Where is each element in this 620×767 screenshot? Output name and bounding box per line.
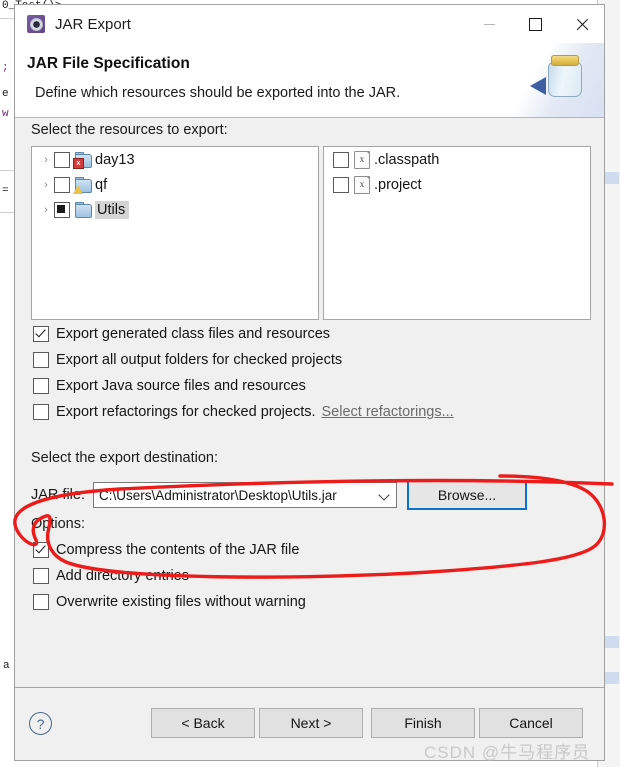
jar-file-label: JAR file:: [31, 487, 85, 503]
checkbox[interactable]: [33, 378, 49, 394]
option-label: Export refactorings for checked projects…: [56, 404, 316, 420]
jar-body: [548, 62, 582, 97]
option-export-all-output-folders[interactable]: Export all output folders for checked pr…: [33, 352, 342, 368]
browse-button[interactable]: Browse...: [407, 480, 527, 510]
jar-file-row: JAR file: C:\Users\Administrator\Desktop…: [31, 480, 527, 510]
jar-file-input[interactable]: C:\Users\Administrator\Desktop\Utils.jar: [94, 488, 337, 503]
background-code-line: a: [3, 660, 10, 672]
back-button[interactable]: < Back: [151, 708, 255, 738]
jar-lid: [551, 55, 579, 66]
close-button[interactable]: [558, 5, 604, 43]
dialog-header: JAR File Specification Define which reso…: [15, 43, 604, 118]
option-overwrite-existing-files[interactable]: Overwrite existing files without warning: [33, 594, 306, 610]
background-code-line: e: [2, 88, 9, 100]
background-code-line: =: [2, 185, 9, 197]
cancel-button[interactable]: Cancel: [479, 708, 583, 738]
screenshot-root: 0_Test()> ; e w = a JAR Export: [0, 0, 620, 767]
header-artwork: [494, 43, 604, 117]
chevron-right-icon[interactable]: ›: [38, 179, 54, 191]
background-code-line: ;: [2, 62, 9, 74]
resource-tree[interactable]: › x day13 › ! qf: [31, 146, 319, 320]
chevron-right-icon[interactable]: ›: [38, 204, 54, 216]
next-button[interactable]: Next >: [259, 708, 363, 738]
checkbox[interactable]: [33, 594, 49, 610]
option-label: Export Java source files and resources: [56, 378, 306, 394]
select-refactorings-link[interactable]: Select refactorings...: [322, 404, 454, 420]
page-title: JAR File Specification: [27, 55, 190, 72]
file-item-checkbox[interactable]: [333, 151, 349, 168]
divider: [0, 170, 14, 171]
watermark: CSDN @牛马程序员: [424, 743, 591, 762]
file-item-label: .project: [374, 176, 422, 193]
option-export-refactorings[interactable]: Export refactorings for checked projects…: [33, 404, 454, 420]
jar-export-icon: [27, 15, 45, 33]
minimize-button[interactable]: [466, 5, 512, 43]
option-label: Export generated class files and resourc…: [56, 326, 331, 342]
tree-item-checkbox[interactable]: [54, 201, 70, 218]
tree-row[interactable]: › Utils: [32, 197, 318, 222]
list-item[interactable]: .classpath: [324, 147, 590, 172]
checkbox[interactable]: [33, 568, 49, 584]
checkbox[interactable]: [33, 542, 49, 558]
java-project-icon: x: [73, 152, 92, 169]
divider: [0, 18, 14, 19]
jar-file-combo[interactable]: C:\Users\Administrator\Desktop\Utils.jar: [93, 482, 397, 508]
jar-export-dialog: JAR Export JAR File Specification Define…: [14, 4, 605, 761]
option-add-directory-entries[interactable]: Add directory entries: [33, 568, 189, 584]
checkbox[interactable]: [33, 352, 49, 368]
maximize-icon: [528, 17, 542, 31]
export-arrow-icon: [530, 77, 546, 95]
option-label: Compress the contents of the JAR file: [56, 542, 300, 558]
help-icon[interactable]: ?: [29, 712, 52, 735]
jar-illustration-icon: [530, 51, 582, 97]
minimize-icon: [483, 23, 495, 25]
checkbox[interactable]: [33, 404, 49, 420]
warning-overlay-icon: !: [73, 185, 83, 194]
file-item-label: .classpath: [374, 151, 440, 168]
file-item-checkbox[interactable]: [333, 176, 349, 193]
resource-file-list[interactable]: .classpath .project: [323, 146, 591, 320]
page-subtitle: Define which resources should be exporte…: [35, 85, 401, 101]
option-label: Add directory entries: [56, 568, 189, 584]
tree-item-label: day13: [95, 151, 135, 168]
xml-file-icon: [354, 175, 370, 194]
option-export-java-source-files[interactable]: Export Java source files and resources: [33, 378, 306, 394]
background-code-line: w: [2, 108, 9, 120]
option-compress-contents[interactable]: Compress the contents of the JAR file: [33, 542, 299, 558]
java-project-icon: [74, 202, 92, 218]
xml-file-icon: [354, 150, 370, 169]
finish-button[interactable]: Finish: [371, 708, 475, 738]
gear-icon: [29, 17, 43, 31]
checkbox[interactable]: [33, 326, 49, 342]
divider: [0, 212, 14, 213]
option-label: Overwrite existing files without warning: [56, 594, 306, 610]
window-controls: [466, 5, 604, 43]
tree-item-label: qf: [95, 176, 108, 193]
chevron-right-icon[interactable]: ›: [38, 154, 54, 166]
tree-item-label: Utils: [95, 200, 130, 219]
option-label: Export all output folders for checked pr…: [56, 352, 343, 368]
close-icon: [575, 18, 588, 31]
resources-label: Select the resources to export:: [31, 122, 228, 138]
maximize-button[interactable]: [512, 5, 558, 43]
list-item[interactable]: .project: [324, 172, 590, 197]
title-bar: JAR Export: [15, 5, 604, 43]
tree-row[interactable]: › ! qf: [32, 172, 318, 197]
dialog-body: Select the resources to export: › x day1…: [15, 118, 604, 725]
chevron-down-icon[interactable]: [378, 489, 390, 501]
java-project-icon: !: [73, 177, 92, 194]
option-export-generated-class-files[interactable]: Export generated class files and resourc…: [33, 326, 330, 342]
options-label: Options:: [31, 516, 85, 532]
error-overlay-icon: x: [73, 158, 84, 169]
tree-item-checkbox[interactable]: [54, 176, 70, 193]
window-title: JAR Export: [55, 15, 131, 33]
tree-row[interactable]: › x day13: [32, 147, 318, 172]
tree-item-checkbox[interactable]: [54, 151, 70, 168]
destination-label: Select the export destination:: [31, 450, 219, 466]
